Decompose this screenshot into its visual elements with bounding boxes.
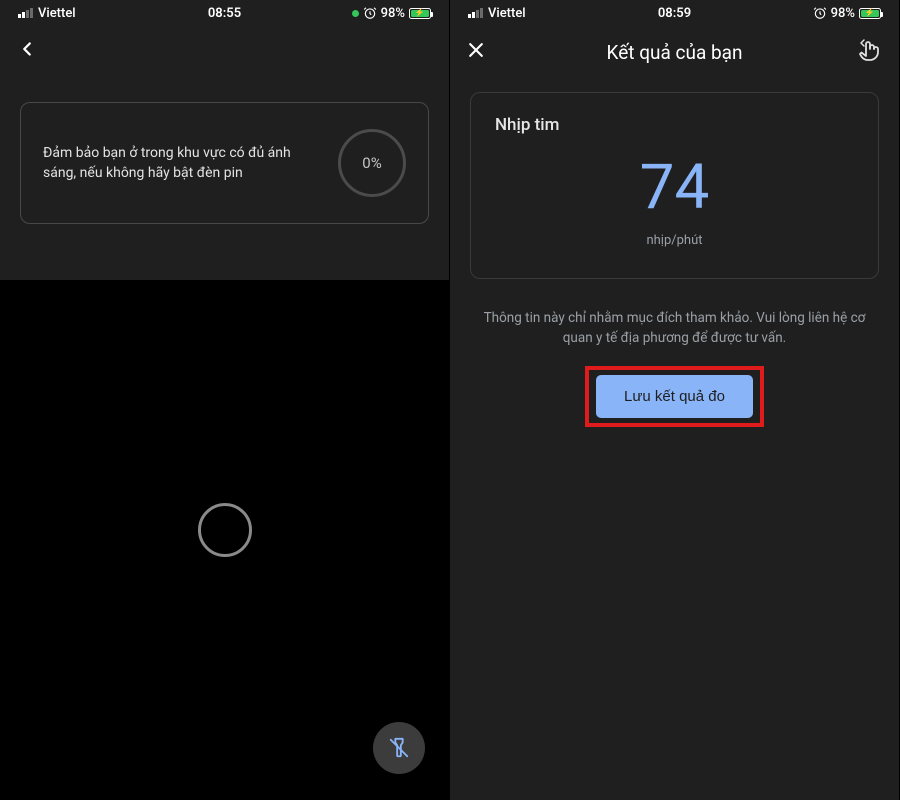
carrier-label: Viettel [38, 6, 76, 21]
alarm-icon [813, 6, 827, 20]
touch-hand-icon [857, 38, 881, 62]
close-button[interactable] [466, 37, 486, 67]
nav-bar: Kết quả của bạn [450, 26, 899, 78]
status-bar: Viettel 08:59 98% ⚡ [450, 0, 899, 26]
status-bar: Viettel 08:55 98% ⚡ [0, 0, 449, 26]
measurement-screen: Viettel 08:55 98% ⚡ Đảm bảo bạn ở trong … [0, 0, 450, 800]
clock: 08:59 [658, 6, 691, 21]
signal-icon [468, 8, 483, 18]
heart-rate-card: Nhịp tim 74 nhịp/phút [470, 92, 879, 279]
focus-circle-icon [198, 503, 252, 557]
clock: 08:55 [208, 6, 241, 21]
save-result-button[interactable]: Lưu kết quả đo [596, 375, 753, 418]
signal-icon [18, 8, 33, 18]
disclaimer-text: Thông tin này chỉ nhằm mục đích tham khả… [450, 293, 899, 348]
battery-icon: ⚡ [859, 8, 881, 19]
flashlight-button[interactable] [373, 722, 425, 774]
battery-pct: 98% [831, 6, 855, 21]
progress-ring: 0% [338, 129, 406, 197]
battery-pct: 98% [381, 6, 405, 21]
nav-bar [0, 26, 449, 78]
instruction-card: Đảm bảo bạn ở trong khu vực có đủ ánh sá… [20, 102, 429, 224]
result-value: 74 [495, 157, 854, 219]
touch-action-button[interactable] [857, 38, 881, 66]
progress-value: 0% [362, 154, 381, 172]
alarm-icon [363, 6, 377, 20]
result-screen: Viettel 08:59 98% ⚡ Kết quả của bạn [450, 0, 900, 800]
flashlight-off-icon [388, 737, 410, 759]
save-button-highlight: Lưu kết quả đo [585, 366, 764, 427]
battery-icon: ⚡ [409, 8, 431, 19]
page-title: Kết quả của bạn [607, 41, 743, 64]
instruction-text: Đảm bảo bạn ở trong khu vực có đủ ánh sá… [43, 143, 314, 184]
back-button[interactable] [16, 37, 38, 67]
result-label: Nhịp tim [495, 115, 854, 135]
recording-indicator-icon [352, 10, 359, 17]
camera-view [0, 280, 449, 800]
result-unit: nhịp/phút [495, 233, 854, 248]
carrier-label: Viettel [488, 6, 526, 21]
